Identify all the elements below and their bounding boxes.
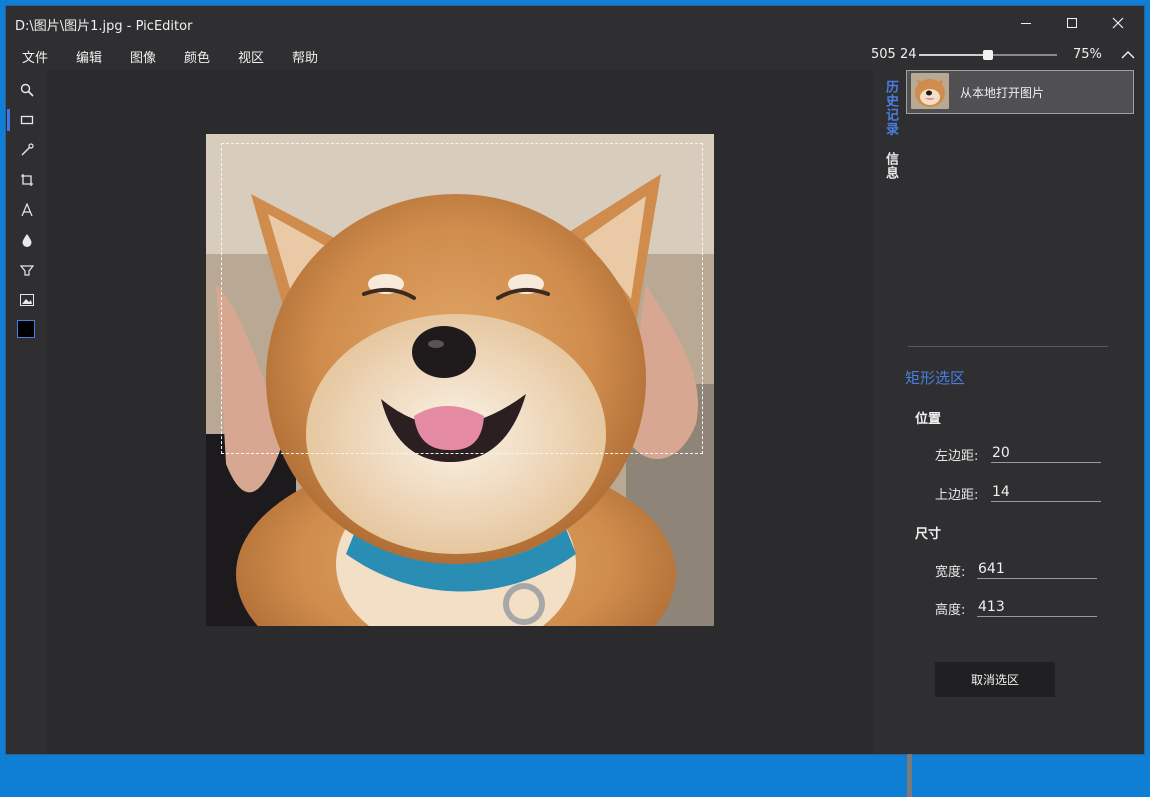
menu-help[interactable]: 帮助 xyxy=(292,47,318,66)
position-group-label: 位置 xyxy=(915,412,942,427)
text-tool[interactable] xyxy=(12,196,42,224)
thumbnail-image xyxy=(911,73,949,109)
top-margin-label: 上边距: xyxy=(935,488,979,503)
width-label: 宽度: xyxy=(935,565,966,580)
eyedropper-icon xyxy=(21,143,34,156)
droplet-icon xyxy=(22,234,32,247)
menu-edit[interactable]: 编辑 xyxy=(76,47,102,66)
window-title: D:\图片\图片1.jpg - PicEditor xyxy=(15,19,193,34)
selection-section-title: 矩形选区 xyxy=(905,369,966,387)
minimize-icon xyxy=(1021,23,1031,24)
rectangle-select-tool[interactable] xyxy=(7,106,42,134)
close-icon xyxy=(1112,17,1124,29)
crop-tool[interactable] xyxy=(12,166,42,194)
text-icon xyxy=(21,203,33,217)
cancel-selection-button[interactable]: 取消选区 xyxy=(935,662,1055,697)
height-input[interactable] xyxy=(977,597,1097,617)
history-item-label: 从本地打开图片 xyxy=(960,86,1045,100)
zoom-slider-fill xyxy=(919,54,988,56)
menu-color[interactable]: 颜色 xyxy=(184,47,210,66)
rectangle-select-icon xyxy=(20,115,34,125)
insert-image-tool[interactable] xyxy=(12,286,42,314)
magnifier-tool[interactable] xyxy=(12,76,42,104)
width-input[interactable] xyxy=(977,559,1097,579)
app-window: D:\图片\图片1.jpg - PicEditor 文件 编辑 图像 颜色 视区… xyxy=(6,6,1144,797)
cursor-coordinates: 505 24 xyxy=(871,47,917,62)
current-color-swatch[interactable] xyxy=(17,320,35,338)
chevron-up-icon xyxy=(1121,51,1135,59)
maximize-button[interactable] xyxy=(1049,6,1095,40)
eyedropper-tool[interactable] xyxy=(12,136,42,164)
tab-history[interactable]: 历史记录 xyxy=(881,80,900,136)
bucket-icon xyxy=(20,265,34,276)
image-icon xyxy=(20,294,34,306)
magnifier-icon xyxy=(20,83,34,97)
title-bar: D:\图片\图片1.jpg - PicEditor xyxy=(6,6,1144,40)
blur-tool[interactable] xyxy=(12,226,42,254)
history-thumbnail xyxy=(911,73,949,109)
menu-bar: 文件 编辑 图像 颜色 视区 帮助 505 24 75% xyxy=(6,40,1144,70)
menu-view[interactable]: 视区 xyxy=(238,47,264,66)
menu-image[interactable]: 图像 xyxy=(130,47,156,66)
close-button[interactable] xyxy=(1095,6,1141,40)
crop-icon xyxy=(21,174,33,186)
left-margin-input[interactable] xyxy=(991,443,1101,463)
selection-marquee[interactable] xyxy=(221,143,703,454)
size-group-label: 尺寸 xyxy=(915,527,942,542)
collapse-button[interactable] xyxy=(1119,46,1137,64)
fill-tool[interactable] xyxy=(12,256,42,284)
zoom-label: 75% xyxy=(1073,47,1102,62)
history-item[interactable]: 从本地打开图片 xyxy=(906,70,1134,114)
left-margin-label: 左边距: xyxy=(935,449,979,464)
minimize-button[interactable] xyxy=(1003,6,1049,40)
right-panel: 历史记录 信息 从本地打开图片 矩形选区 位置 左边距: 上边距: xyxy=(873,70,1144,754)
tab-info[interactable]: 信息 xyxy=(881,152,900,180)
zoom-slider[interactable] xyxy=(919,50,1057,60)
maximize-icon xyxy=(1067,18,1077,28)
height-label: 高度: xyxy=(935,603,966,618)
tool-bar xyxy=(6,70,47,754)
menu-file[interactable]: 文件 xyxy=(22,47,48,66)
zoom-slider-thumb[interactable] xyxy=(983,50,993,60)
top-margin-input[interactable] xyxy=(991,482,1101,502)
panel-divider xyxy=(908,346,1108,347)
canvas-area[interactable] xyxy=(47,70,912,797)
